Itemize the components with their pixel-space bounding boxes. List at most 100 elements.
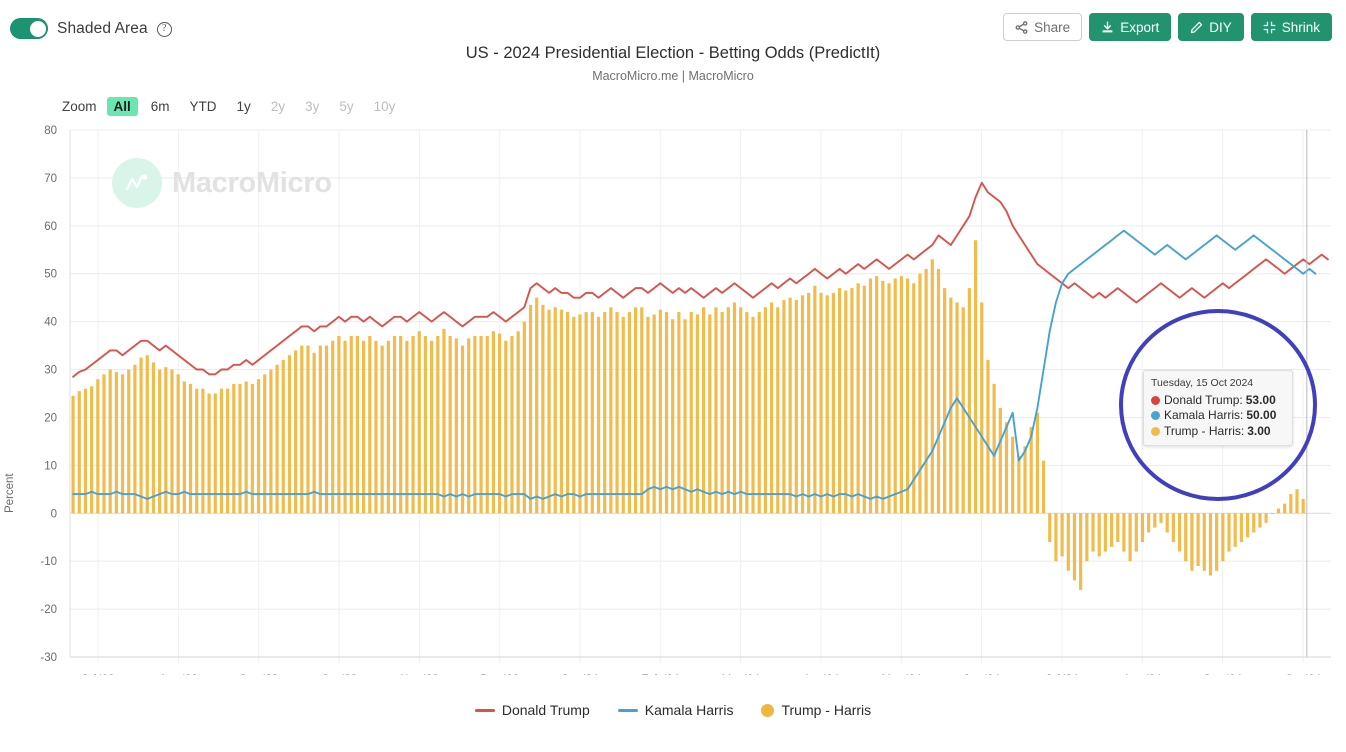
- spread-bar: [967, 288, 971, 514]
- y-axis-tick-label: 50: [44, 269, 57, 281]
- pencil-icon: [1190, 21, 1203, 34]
- share-button[interactable]: Share: [1003, 13, 1083, 41]
- spread-bar: [392, 336, 397, 514]
- spread-bar: [1184, 513, 1188, 562]
- spread-bar: [448, 336, 452, 514]
- zoom-option-all[interactable]: All: [106, 97, 138, 116]
- legend-marker-trump: [474, 708, 495, 712]
- spread-bar: [918, 273, 922, 514]
- spread-bar: [1227, 513, 1231, 552]
- diy-button-label: DIY: [1209, 19, 1232, 35]
- spread-bar: [504, 340, 508, 514]
- export-button-label: Export: [1120, 19, 1160, 35]
- export-button[interactable]: Export: [1089, 13, 1172, 41]
- spread-bar: [127, 369, 131, 514]
- tooltip-trump-value: 53.00: [1245, 392, 1276, 407]
- shaded-area-toggle-group[interactable]: Shaded Area ?: [10, 18, 172, 39]
- spread-bar: [831, 292, 836, 514]
- spread-bar: [547, 309, 551, 514]
- legend-label-trump: Donald Trump: [501, 702, 590, 718]
- spread-bar: [881, 280, 885, 514]
- spread-bar: [510, 336, 514, 514]
- spread-bar: [442, 328, 446, 514]
- spread-bar: [263, 374, 267, 514]
- spread-bar: [813, 285, 817, 514]
- spread-bar: [905, 278, 910, 514]
- y-axis-tick-label: 20: [44, 412, 57, 424]
- spread-bar: [769, 302, 774, 514]
- x-axis-tick-label: Dec '23: [480, 674, 519, 675]
- spread-bar: [782, 300, 786, 514]
- spread-bar: [151, 362, 156, 514]
- y-axis-tick-label: 60: [44, 221, 57, 233]
- toggle-knob: [29, 20, 46, 37]
- spread-bar: [1165, 513, 1169, 533]
- spread-bar: [621, 316, 625, 514]
- spread-bar: [467, 338, 471, 514]
- chart-title: US - 2024 Presidential Election - Bettin…: [465, 44, 881, 62]
- tooltip-harris-name: Kamala Harris: [1164, 408, 1241, 422]
- spread-bar: [671, 319, 675, 514]
- spread-bar: [405, 340, 409, 514]
- spread-bar: [102, 374, 106, 514]
- legend-marker-spread: [761, 703, 775, 717]
- tooltip-date: Tuesday, 15 Oct 2024: [1151, 377, 1254, 389]
- zoom-option-1y[interactable]: 1y: [230, 97, 258, 116]
- y-axis-tick-label: 80: [44, 125, 57, 137]
- spread-bar: [1004, 422, 1009, 514]
- legend-item-harris[interactable]: Kamala Harris: [617, 702, 733, 718]
- chart-tooltip: Tuesday, 15 Oct 2024 Donald Trump: 53.00…: [1143, 370, 1293, 446]
- spread-bar: [368, 336, 372, 514]
- legend-item-spread[interactable]: Trump - Harris: [761, 702, 871, 718]
- spread-bar: [875, 276, 879, 514]
- shaded-area-toggle-switch[interactable]: [10, 18, 48, 39]
- legend-label-spread: Trump - Harris: [781, 702, 872, 718]
- spread-bar: [1233, 513, 1237, 547]
- spread-bar: [1079, 513, 1083, 590]
- spread-bar: [986, 359, 990, 514]
- spread-bar: [1190, 513, 1194, 571]
- spread-bar: [1245, 513, 1250, 538]
- spread-bar: [615, 312, 619, 514]
- spread-bar: [596, 316, 601, 514]
- shrink-button[interactable]: Shrink: [1250, 13, 1332, 41]
- spread-bar: [739, 307, 743, 514]
- download-icon: [1101, 21, 1114, 34]
- spread-bar: [1221, 513, 1225, 562]
- diy-button[interactable]: DIY: [1178, 13, 1244, 41]
- spread-bar: [714, 307, 718, 514]
- spread-bar: [1295, 489, 1299, 514]
- spread-bar: [411, 336, 415, 514]
- spread-bar: [1072, 513, 1077, 581]
- spread-bar: [658, 309, 662, 514]
- zoom-option-ytd[interactable]: YTD: [183, 97, 224, 116]
- zoom-option-6m[interactable]: 6m: [144, 97, 177, 116]
- shaded-area-label: Shaded Area: [57, 19, 148, 37]
- spread-bar: [992, 383, 996, 514]
- spread-bar: [1103, 513, 1107, 552]
- spread-bar: [423, 336, 428, 514]
- spread-bar: [1208, 513, 1213, 576]
- zoom-label: Zoom: [62, 99, 97, 114]
- spread-bar: [609, 307, 613, 514]
- spread-bar: [473, 336, 477, 514]
- spread-bar: [1054, 513, 1058, 562]
- y-axis-tick-label: 10: [44, 460, 57, 472]
- legend-marker-harris: [617, 708, 638, 712]
- spread-bar: [1011, 436, 1015, 514]
- spread-bar: [318, 345, 322, 514]
- help-icon[interactable]: ?: [156, 22, 172, 37]
- share-icon: [1015, 20, 1028, 34]
- spread-bar: [485, 336, 489, 514]
- spread-bar: [355, 336, 360, 514]
- spread-bar: [695, 314, 700, 514]
- spread-bar: [819, 292, 823, 514]
- spread-bar: [1017, 455, 1021, 514]
- y-axis-tick-label: 70: [44, 173, 57, 185]
- series-dot-trump: [1151, 395, 1160, 405]
- legend-item-trump[interactable]: Donald Trump: [474, 702, 590, 718]
- spread-bar: [646, 316, 650, 514]
- spread-bar: [460, 345, 465, 514]
- x-axis-tick-label: Jun '24: [963, 674, 1000, 675]
- spread-bar: [763, 307, 768, 514]
